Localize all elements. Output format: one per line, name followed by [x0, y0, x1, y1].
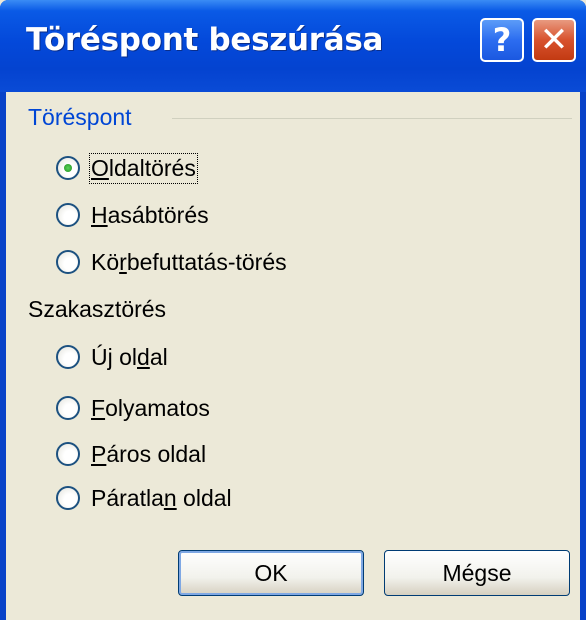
help-button[interactable]: ? — [480, 18, 524, 62]
radio-label-page-break: Oldaltörés — [89, 152, 198, 184]
radio-icon[interactable] — [56, 250, 80, 274]
radio-icon[interactable] — [56, 442, 80, 466]
radio-icon[interactable] — [56, 203, 80, 227]
radio-label-text-wrapping-break: Körbefuttatás-törés — [91, 248, 287, 275]
radio-label-continuous: Folyamatos — [91, 394, 210, 421]
radio-label-next-page: Új oldal — [91, 343, 168, 370]
radio-icon[interactable] — [56, 486, 80, 510]
radio-next-page[interactable]: Új oldal — [56, 341, 168, 373]
radio-column-break[interactable]: Hasábtörés — [56, 199, 209, 231]
group-divider — [172, 118, 572, 119]
radio-checked-icon[interactable] — [56, 156, 80, 180]
dialog-window: Töréspont beszúrása ? ✕ Töréspont Oldalt… — [0, 0, 586, 620]
close-icon: ✕ — [539, 20, 569, 60]
radio-label-odd-page: Páratlan oldal — [91, 484, 232, 511]
radio-icon[interactable] — [56, 396, 80, 420]
section-group-label: Szakasztörés — [28, 296, 167, 322]
radio-continuous[interactable]: Folyamatos — [56, 392, 210, 424]
radio-odd-page[interactable]: Páratlan oldal — [56, 482, 232, 514]
help-icon: ? — [492, 21, 512, 59]
radio-label-column-break: Hasábtörés — [91, 201, 209, 228]
break-group-label: Töréspont — [28, 104, 132, 130]
radio-even-page[interactable]: Páros oldal — [56, 438, 206, 470]
dialog-title: Töréspont beszúrása — [26, 22, 384, 58]
cancel-button[interactable]: Mégse — [384, 550, 570, 596]
ok-button[interactable]: OK — [178, 550, 364, 596]
close-button[interactable]: ✕ — [532, 18, 576, 62]
radio-text-wrapping-break[interactable]: Körbefuttatás-törés — [56, 246, 287, 278]
radio-label-even-page: Páros oldal — [91, 440, 207, 467]
title-bar[interactable]: Töréspont beszúrása ? ✕ — [0, 0, 586, 92]
radio-icon[interactable] — [56, 345, 80, 369]
radio-page-break[interactable]: Oldaltörés — [56, 152, 198, 184]
